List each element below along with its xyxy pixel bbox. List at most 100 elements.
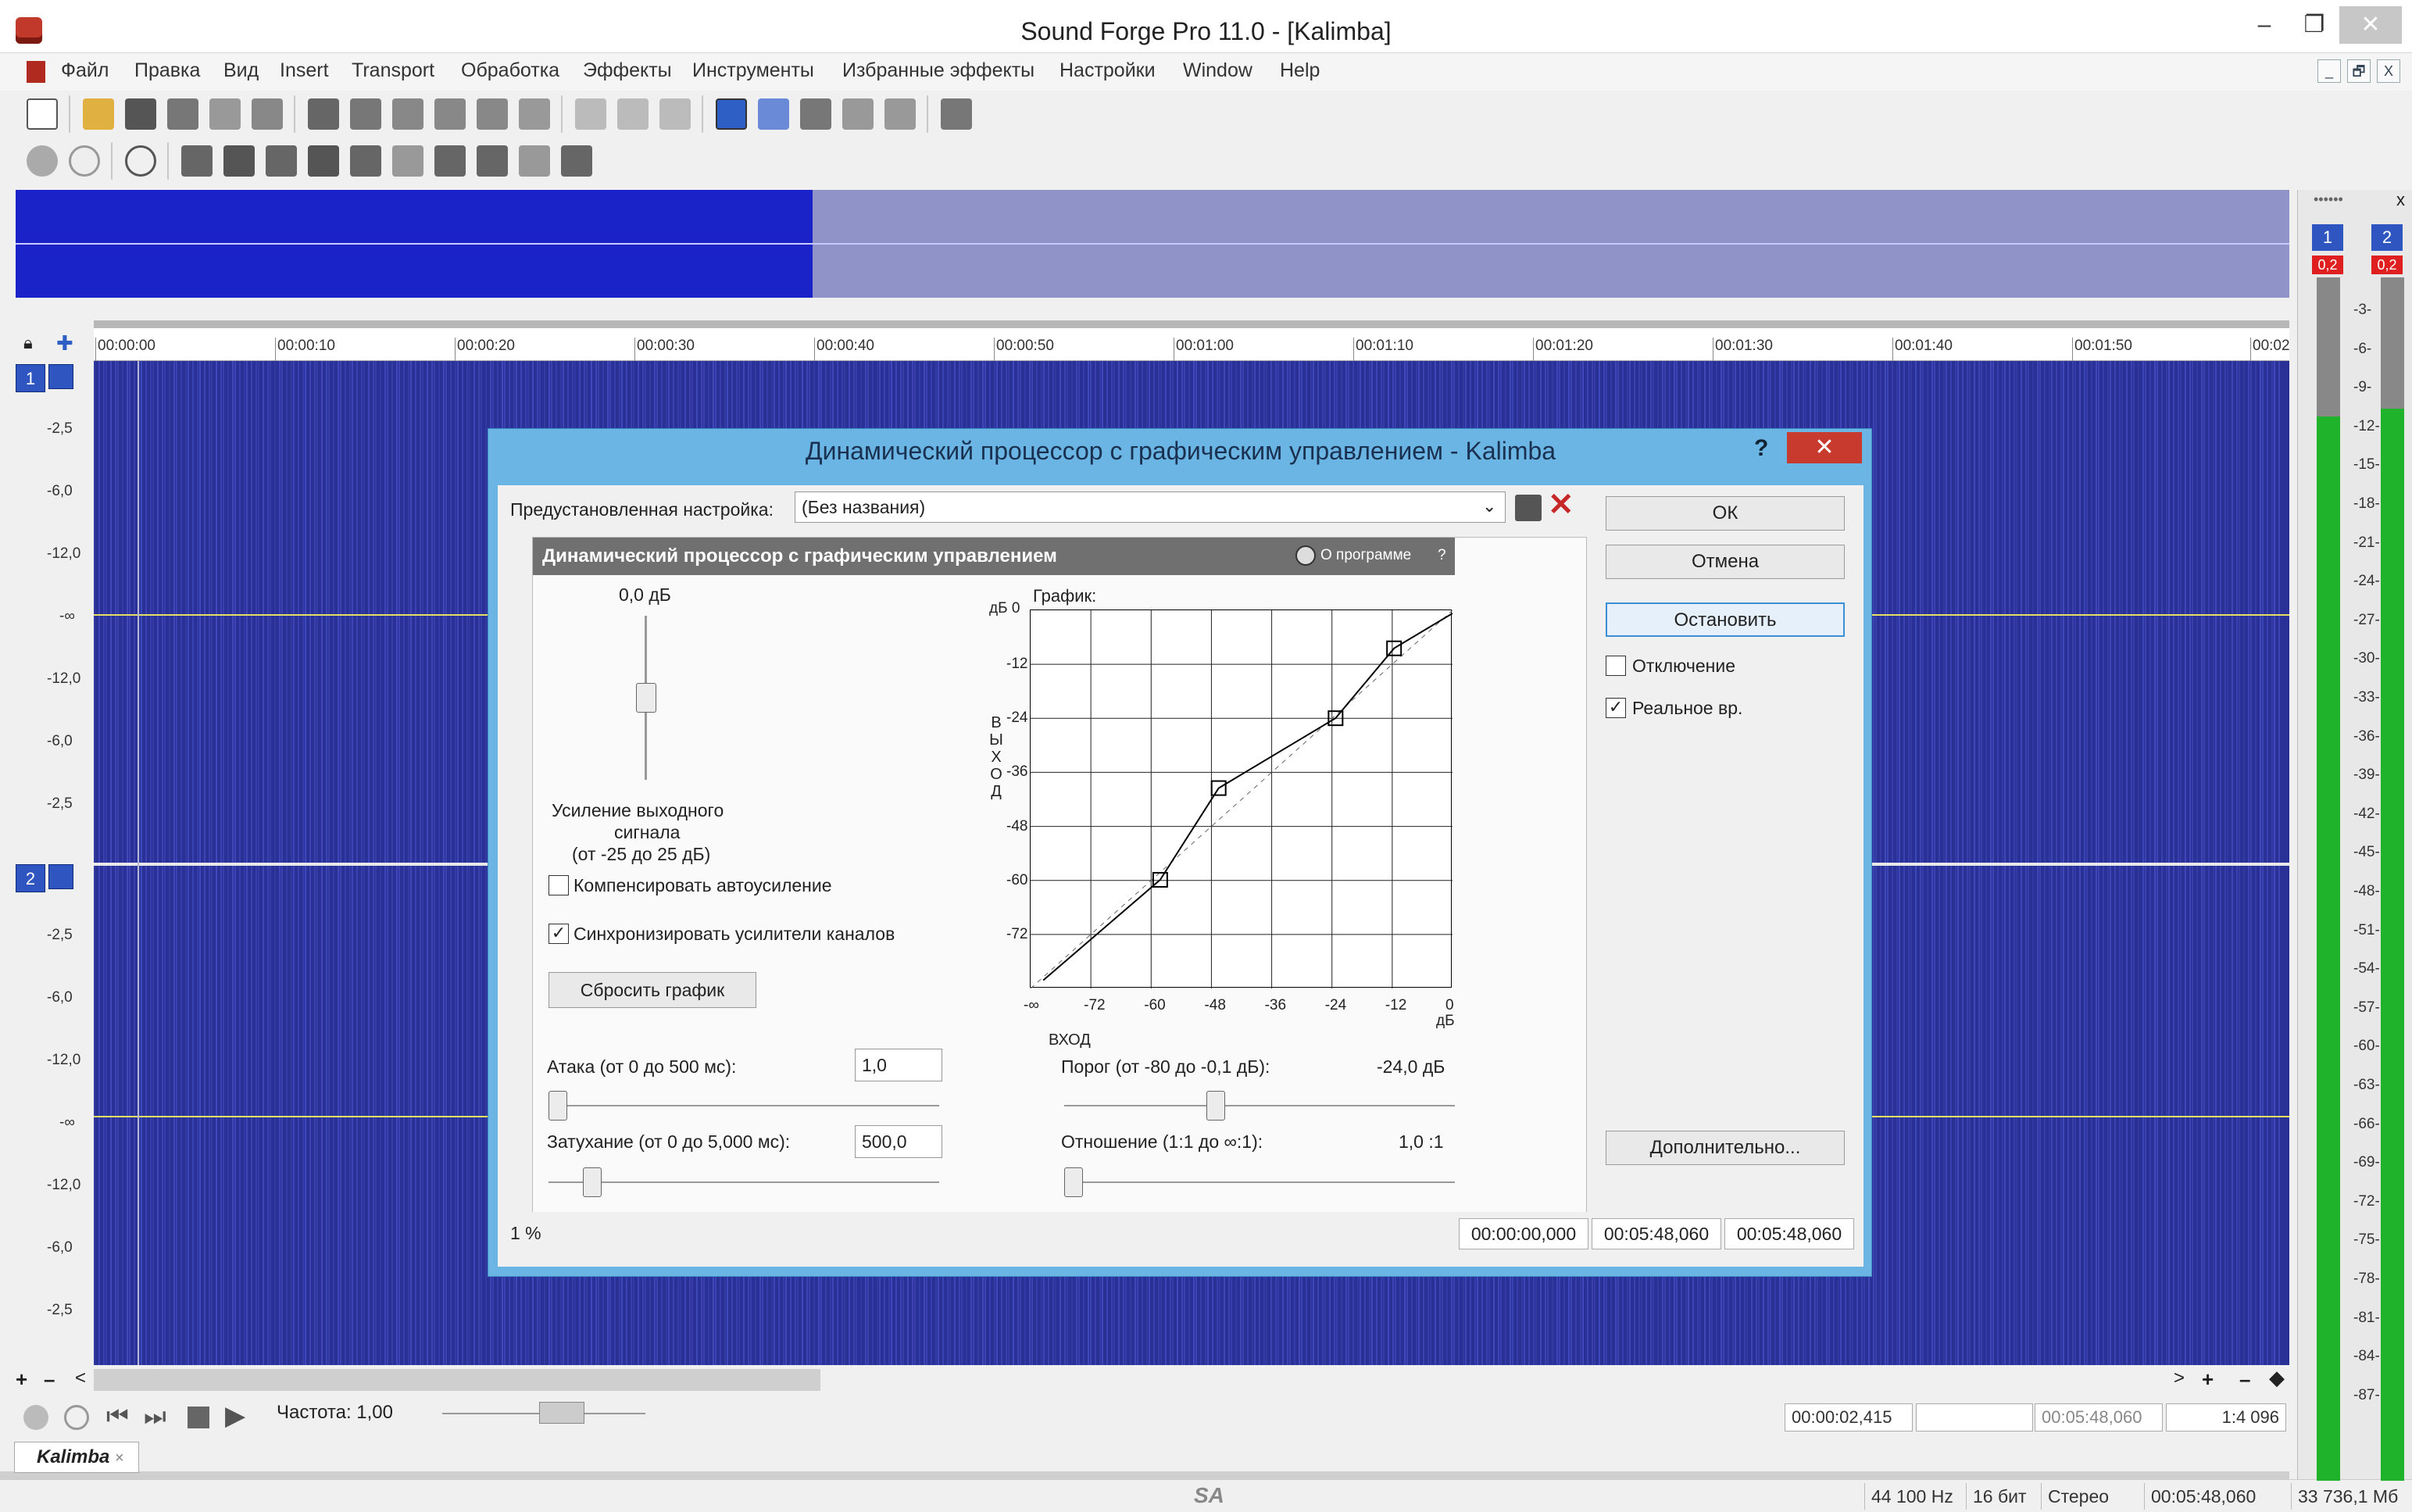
dynamics-curve-svg[interactable] — [1030, 609, 1453, 989]
channels-status[interactable]: Стерео — [2041, 1483, 2115, 1510]
record-mini-icon[interactable] — [23, 1405, 48, 1430]
menu-help[interactable]: Help — [1280, 59, 1320, 82]
dialog-close-button[interactable]: ✕ — [1787, 432, 1862, 463]
menu-view[interactable]: Вид — [223, 59, 259, 82]
attack-slider-thumb[interactable] — [549, 1091, 567, 1121]
selection-length-field[interactable]: 00:05:48,060 — [1724, 1218, 1854, 1249]
edit-tool-icon[interactable] — [716, 98, 747, 130]
play-icon[interactable] — [223, 145, 255, 177]
go-to-start-icon[interactable] — [350, 145, 381, 177]
repeat-icon[interactable] — [659, 98, 691, 130]
vzoom-out-icon[interactable]: – — [2239, 1367, 2250, 1392]
zoom-out-icon[interactable]: – — [44, 1367, 55, 1392]
channel-2-badge[interactable]: 2 — [16, 864, 45, 892]
meter-peak-2[interactable]: 0,2 — [2371, 256, 2403, 274]
document-tab-close-icon[interactable]: × — [115, 1449, 124, 1467]
save-as-icon[interactable] — [167, 98, 198, 130]
restore-button[interactable]: ❐ — [2289, 6, 2339, 44]
mdi-minimize-button[interactable]: _ — [2317, 59, 2341, 83]
cancel-button[interactable]: Отмена — [1606, 545, 1845, 579]
zoom-in-icon[interactable]: + — [16, 1367, 27, 1392]
stop-icon[interactable] — [308, 145, 339, 177]
ratio-slider-track[interactable] — [1064, 1181, 1455, 1183]
next-mini-icon[interactable]: ⏭ — [144, 1402, 166, 1432]
menu-process[interactable]: Обработка — [461, 59, 559, 82]
menu-edit[interactable]: Правка — [134, 59, 200, 82]
time-ruler[interactable]: 00:00:00 00:00:10 00:00:20 00:00:30 00:0… — [94, 328, 2290, 361]
paste-icon[interactable] — [392, 98, 423, 130]
pencil-tool-icon[interactable] — [800, 98, 831, 130]
menu-window[interactable]: Window — [1183, 59, 1252, 82]
vzoom-in-icon[interactable]: + — [2202, 1367, 2214, 1392]
record-icon[interactable] — [27, 145, 58, 177]
chevron-down-icon[interactable]: ⌄ — [1482, 496, 1496, 517]
copy-icon[interactable] — [350, 98, 381, 130]
loop-record-icon[interactable] — [69, 145, 100, 177]
document-tab[interactable]: Kalimba × — [14, 1442, 139, 1473]
close-button[interactable]: ✕ — [2339, 6, 2402, 44]
about-help-link[interactable]: ? — [1438, 547, 1446, 564]
play-mini-icon[interactable]: ▶ — [225, 1400, 245, 1432]
realtime-checkbox[interactable]: ✓ — [1606, 698, 1626, 718]
magnify-tool-icon[interactable] — [758, 98, 789, 130]
mdi-close-button[interactable]: X — [2377, 59, 2400, 83]
auto-gain-checkbox[interactable] — [549, 875, 569, 895]
transfer-curve[interactable] — [1042, 613, 1453, 981]
selection-field[interactable] — [1916, 1403, 2033, 1432]
meter-grip[interactable]: •••••• — [2314, 191, 2343, 208]
threshold-slider-track[interactable] — [1064, 1105, 1455, 1106]
minimize-button[interactable]: – — [2239, 6, 2289, 44]
mdi-restore-button[interactable]: 🗗 — [2347, 59, 2371, 83]
stop-button[interactable]: Остановить — [1606, 602, 1845, 637]
more-button[interactable]: Дополнительно... — [1606, 1131, 1845, 1165]
bit-depth-status[interactable]: 16 бит — [1966, 1483, 2033, 1510]
loop-icon[interactable] — [125, 145, 156, 177]
playback-rate-thumb[interactable] — [539, 1402, 584, 1424]
release-slider-track[interactable] — [549, 1181, 939, 1183]
mix-icon[interactable] — [434, 98, 466, 130]
selection-end-field[interactable]: 00:05:48,060 — [1592, 1218, 1721, 1249]
channel-2-minimize-button[interactable] — [48, 864, 73, 889]
ok-button[interactable]: ОК — [1606, 496, 1845, 531]
bypass-checkbox[interactable] — [1606, 656, 1626, 676]
menu-transport[interactable]: Transport — [352, 59, 434, 82]
go-to-end-icon[interactable] — [561, 145, 592, 177]
ratio-slider-thumb[interactable] — [1064, 1167, 1083, 1197]
menu-file[interactable]: Файл — [61, 59, 109, 82]
redo-icon[interactable] — [617, 98, 649, 130]
cursor-position-field[interactable]: 00:00:02,415 — [1785, 1403, 1913, 1432]
horizontal-scrollbar[interactable] — [94, 1369, 820, 1391]
meter-close-icon[interactable]: x — [2396, 190, 2405, 210]
preset-dropdown[interactable]: (Без названия) — [795, 491, 1506, 523]
scroll-right-icon[interactable]: > — [2174, 1367, 2185, 1389]
previous-marker-icon[interactable] — [392, 145, 423, 177]
rewind-icon[interactable] — [434, 145, 466, 177]
delete-preset-icon[interactable]: ✕ — [1548, 487, 1574, 523]
save-icon[interactable] — [125, 98, 156, 130]
waveform-overview[interactable] — [16, 190, 2289, 298]
attack-slider-track[interactable] — [549, 1105, 939, 1106]
menu-effects[interactable]: Эффекты — [583, 59, 672, 82]
fast-forward-icon[interactable] — [477, 145, 508, 177]
new-icon[interactable] — [27, 98, 58, 130]
stop-mini-icon[interactable] — [188, 1407, 209, 1428]
trim-icon[interactable] — [519, 98, 550, 130]
undo-icon[interactable] — [575, 98, 606, 130]
menu-insert[interactable]: Insert — [280, 59, 329, 82]
sync-gain-checkbox[interactable]: ✓ — [549, 924, 569, 944]
event-tool-icon[interactable] — [842, 98, 874, 130]
next-marker-icon[interactable] — [519, 145, 550, 177]
snapshot-icon[interactable] — [941, 98, 972, 130]
open-icon[interactable] — [83, 98, 114, 130]
release-input[interactable]: 500,0 — [855, 1125, 942, 1158]
no-icon[interactable] — [1295, 545, 1316, 566]
lock-icon[interactable]: 🔒︎ — [23, 333, 33, 353]
release-slider-thumb[interactable] — [583, 1167, 602, 1197]
crop-icon[interactable] — [477, 98, 508, 130]
attack-input[interactable]: 1,0 — [855, 1049, 942, 1081]
snap-icon[interactable]: ✚ — [56, 331, 73, 356]
menu-tools[interactable]: Инструменты — [692, 59, 814, 82]
prev-mini-icon[interactable]: ⏮ — [106, 1402, 129, 1432]
envelope-tool-icon[interactable] — [884, 98, 916, 130]
zoom-fit-icon[interactable]: ◆ — [2269, 1366, 2285, 1390]
